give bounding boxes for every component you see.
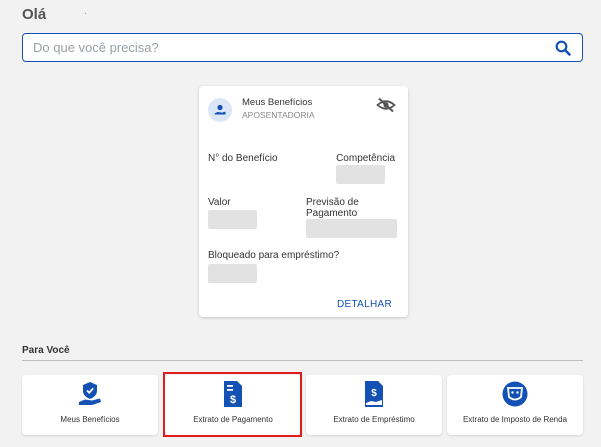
tile-label: Extrato de Pagamento <box>193 415 273 424</box>
bloqueado-value-masked <box>208 264 257 283</box>
lion-badge-icon <box>502 381 528 407</box>
competencia-label: Competência <box>336 153 395 164</box>
valor-label: Valor <box>208 197 231 208</box>
svg-text:$: $ <box>371 388 377 399</box>
valor-value-masked <box>208 210 257 229</box>
loan-doc-icon: $ <box>365 381 383 407</box>
tile-extrato-pagamento[interactable]: $ Extrato de Pagamento <box>165 375 301 435</box>
benefit-number-label: N° do Benefício <box>208 153 278 164</box>
benefit-avatar <box>208 98 232 122</box>
section-title: Para Você <box>22 345 70 356</box>
search-button[interactable] <box>544 34 582 61</box>
tile-meus-beneficios[interactable]: Meus Benefícios <box>22 375 158 435</box>
search-input[interactable]: Do que você precisa? <box>33 40 533 55</box>
tile-extrato-emprestimo[interactable]: $ Extrato de Empréstimo <box>306 375 442 435</box>
detalhar-link[interactable]: DETALHAR <box>337 299 392 310</box>
search-bar: Do que você precisa? <box>22 33 583 62</box>
hand-coin-icon <box>214 104 226 115</box>
previsao-label-line1: Previsão de <box>306 197 359 208</box>
tile-label: Meus Benefícios <box>60 415 120 424</box>
bloqueado-label: Bloqueado para empréstimo? <box>208 250 340 261</box>
svg-text:$: $ <box>230 394 236 406</box>
previsao-label: Previsão de Pagamento <box>306 197 359 219</box>
tile-extrato-imposto-renda[interactable]: Extrato de Imposto de Renda <box>447 375 583 435</box>
eye-off-icon[interactable] <box>376 97 396 113</box>
greeting: Olá <box>22 6 47 23</box>
hand-shield-icon <box>79 382 101 405</box>
tile-label: Extrato de Imposto de Renda <box>462 415 568 424</box>
previsao-value-masked <box>306 219 397 238</box>
greeting-name-placeholder: . <box>84 6 87 17</box>
payment-doc-icon: $ <box>224 381 242 407</box>
previsao-label-line2: Pagamento <box>306 208 358 219</box>
benefit-card-title: Meus Benefícios <box>242 97 313 108</box>
search-icon <box>555 40 571 56</box>
benefit-card: Meus Benefícios APOSENTADORIA N° do Bene… <box>199 86 408 317</box>
tile-label: Extrato de Empréstimo <box>333 415 415 424</box>
benefit-card-subtitle: APOSENTADORIA <box>242 110 315 120</box>
competencia-value-masked <box>336 165 385 184</box>
section-divider <box>22 360 583 361</box>
